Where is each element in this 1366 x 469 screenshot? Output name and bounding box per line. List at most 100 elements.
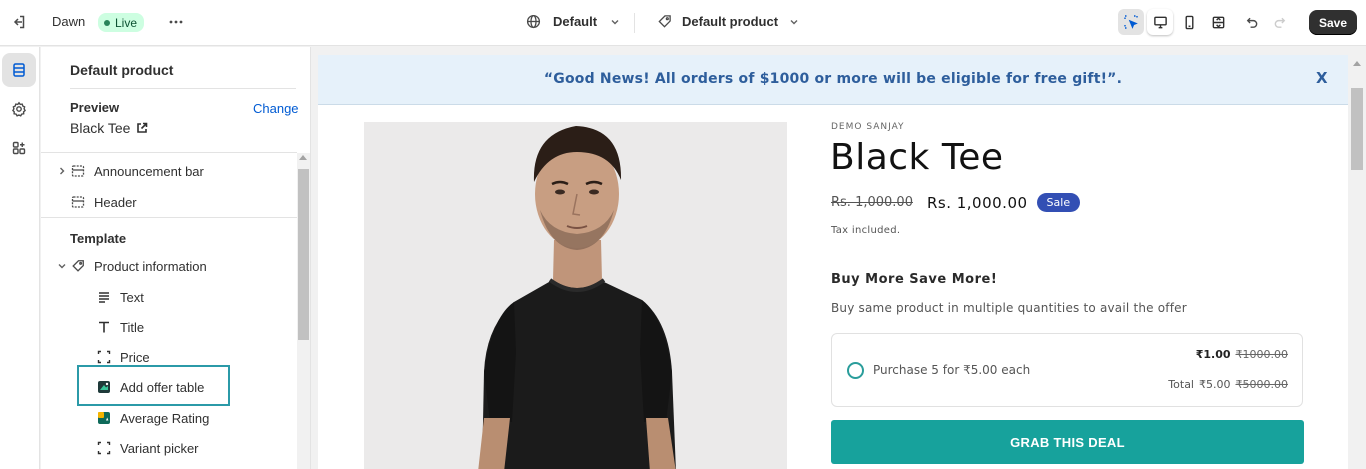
sidebar-item-label: Product information — [94, 258, 207, 274]
tag-icon — [658, 15, 671, 28]
template-select[interactable]: Default — [526, 14, 621, 29]
redo-icon — [1274, 17, 1285, 28]
grab-deal-button[interactable]: GRAB THIS DEAL — [831, 420, 1304, 464]
status-badge-label: Live — [115, 15, 138, 30]
block-label: Average Rating — [120, 410, 210, 426]
status-badge: Live — [98, 13, 145, 32]
sidebar-item-announcement-bar[interactable]: Announcement bar — [55, 161, 204, 181]
more-actions-button[interactable] — [162, 8, 190, 36]
divider — [70, 88, 296, 89]
compare-at-price: Rs. 1,000.00 — [831, 195, 913, 210]
rating-app-icon — [95, 411, 113, 425]
product-select[interactable]: Default product — [657, 14, 800, 29]
undo-icon — [1246, 17, 1257, 28]
globe-icon — [526, 14, 541, 29]
model-photo — [364, 122, 787, 469]
nav-rail — [0, 47, 40, 469]
price-frame-icon — [95, 350, 113, 364]
price-row: Rs. 1,000.00 Rs. 1,000.00 Sale — [831, 193, 1081, 212]
block-title[interactable]: Title — [95, 317, 144, 337]
offer-label: Purchase 5 for ₹5.00 each — [873, 363, 1031, 377]
block-label: Text — [120, 289, 144, 305]
redo-button[interactable] — [1267, 9, 1293, 35]
preview-product-label: Black Tee — [70, 120, 131, 136]
theme-name: Dawn — [52, 14, 86, 29]
tax-note: Tax included. — [831, 225, 901, 236]
sidebar-item-label: Header — [94, 194, 137, 210]
sidebar-title: Default product — [70, 62, 174, 78]
exit-button[interactable] — [5, 8, 33, 36]
product-title: Black Tee — [830, 137, 1004, 178]
announcement-bar[interactable]: “Good News! All orders of $1000 or more … — [318, 55, 1348, 105]
live-dot-icon — [104, 19, 110, 26]
desktop-icon — [1153, 16, 1167, 28]
divider — [634, 13, 635, 33]
preview-product[interactable]: Black Tee — [70, 120, 148, 136]
template-heading: Template — [70, 231, 127, 246]
preview-scroll-thumb[interactable] — [1351, 88, 1363, 170]
offer-option[interactable]: Purchase 5 for ₹5.00 each ₹1.00 ₹1000.00… — [831, 333, 1303, 407]
offer-unit-price: ₹1.00 ₹1000.00 — [1196, 348, 1288, 361]
offer-heading: Buy More Save More! — [831, 272, 998, 287]
divider — [41, 217, 297, 218]
chevron-down-icon — [611, 19, 619, 24]
fullscreen-button[interactable] — [1205, 9, 1231, 35]
offer-total-label: Total — [1168, 378, 1194, 391]
offer-total: Total ₹5.00 ₹5000.00 — [1168, 378, 1288, 391]
product-image[interactable] — [364, 122, 787, 469]
storefront-preview: “Good News! All orders of $1000 or more … — [318, 55, 1348, 469]
offer-radio[interactable] — [847, 362, 864, 379]
editor-sidebar: Default product Preview Change Black Tee… — [41, 47, 311, 469]
product-select-label: Default product — [682, 14, 779, 29]
announcement-text: “Good News! All orders of $1000 or more … — [543, 71, 1123, 87]
view-toolbar — [1118, 9, 1293, 35]
sidebar-item-product-information[interactable]: Product information — [55, 256, 207, 276]
preview-label: Preview — [70, 100, 120, 115]
sidebar-item-header[interactable]: Header — [55, 192, 137, 212]
save-button[interactable]: Save — [1309, 10, 1357, 35]
block-variant-picker[interactable]: Variant picker — [95, 438, 199, 458]
scroll-up-icon[interactable] — [299, 155, 307, 160]
sections-icon — [13, 63, 25, 77]
chevron-down-icon — [55, 261, 69, 271]
select-cursor-icon — [1124, 15, 1138, 29]
desktop-view-button[interactable] — [1147, 9, 1173, 35]
settings-nav-button[interactable] — [2, 92, 36, 126]
block-label: Title — [120, 319, 145, 335]
fullscreen-icon — [1212, 16, 1224, 28]
apps-icon — [12, 141, 26, 155]
external-link-icon — [137, 122, 148, 133]
inspector-button[interactable] — [1118, 9, 1144, 35]
sidebar-scroll-thumb[interactable] — [298, 169, 309, 340]
tag-icon — [69, 259, 87, 273]
mobile-view-button[interactable] — [1176, 9, 1202, 35]
undo-button[interactable] — [1238, 9, 1264, 35]
apps-nav-button[interactable] — [2, 131, 36, 165]
top-bar: Dawn Live Default Default product Save — [0, 0, 1366, 46]
scroll-up-icon[interactable] — [1353, 61, 1361, 66]
block-average-rating[interactable]: Average Rating — [95, 408, 209, 428]
offer-subheading: Buy same product in multiple quantities … — [831, 301, 1187, 315]
announcement-close-button[interactable]: X — [1316, 69, 1328, 87]
title-t-icon — [95, 320, 113, 334]
sections-nav-button[interactable] — [2, 53, 36, 87]
block-price[interactable]: Price — [95, 347, 150, 367]
offer-unit-old: ₹1000.00 — [1235, 348, 1289, 361]
offer-total-old: ₹5000.00 — [1235, 378, 1289, 391]
sidebar-item-label: Announcement bar — [94, 163, 204, 179]
exit-icon — [5, 8, 33, 36]
block-label: Price — [120, 349, 150, 365]
block-text[interactable]: Text — [95, 287, 144, 307]
section-icon — [69, 164, 87, 178]
text-lines-icon — [95, 290, 113, 304]
divider — [41, 152, 297, 153]
sale-badge: Sale — [1036, 193, 1081, 212]
chevron-right-icon — [55, 166, 69, 176]
ellipsis-icon — [162, 8, 190, 36]
selection-highlight — [77, 365, 230, 406]
change-preview-link[interactable]: Change — [253, 101, 299, 116]
template-select-label: Default — [553, 14, 598, 29]
section-icon — [69, 195, 87, 209]
sale-price: Rs. 1,000.00 — [926, 193, 1028, 212]
gear-icon — [12, 101, 26, 117]
